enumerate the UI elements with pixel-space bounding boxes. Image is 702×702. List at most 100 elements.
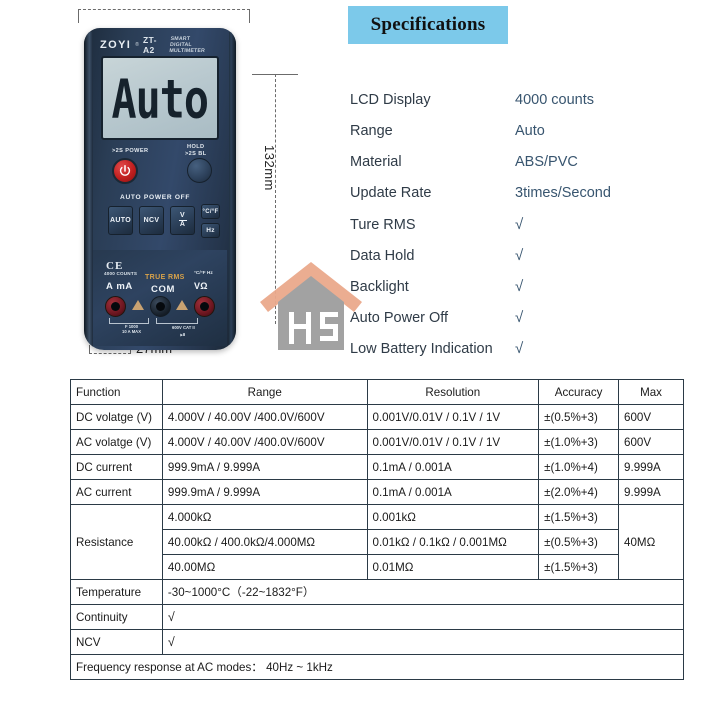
table-row: AC volatge (V) 4.000V / 40.00V /400.0V/60… — [70, 429, 684, 455]
table-row: 40.00kΩ / 400.0kΩ/4.000MΩ 0.01kΩ / 0.1kΩ … — [71, 529, 684, 555]
power-button[interactable] — [112, 158, 138, 184]
cell-function: Resistance — [70, 504, 163, 580]
fuse-rating-line2: 10 A MAX — [122, 329, 142, 334]
hold-label-line1: HOLD — [187, 144, 205, 150]
cell-function: Temperature — [70, 579, 163, 605]
cell-accuracy: ±(2.0%+4) — [538, 479, 620, 505]
table-row: Temperature -30~1000°C（-22~1832°F） — [70, 579, 685, 605]
jack-hole — [200, 302, 209, 311]
spec-check-icon: √ — [515, 340, 524, 357]
cell-resolution: 0.01MΩ — [366, 554, 540, 580]
specifications-list: LCD Display 4000 counts Range Auto Material A… — [350, 92, 695, 371]
spec-row: Auto Power Off √ — [350, 309, 695, 340]
cell-accuracy: ±(0.5%+3) — [538, 529, 620, 555]
cell-resolution: 0.1mA / 0.001A — [366, 454, 540, 480]
cell-function: Continuity — [70, 604, 163, 630]
power-icon — [119, 164, 131, 176]
cell-continuity: √ — [161, 604, 685, 630]
brand-name: ZOYI — [100, 39, 132, 51]
device-right-edge — [229, 32, 236, 348]
jack-com-label: COM — [151, 284, 175, 295]
auto-button[interactable]: AUTO — [108, 206, 133, 235]
dimension-top-bracket — [78, 9, 250, 23]
input-jack-com[interactable] — [150, 296, 171, 317]
column-header-accuracy: Accuracy — [538, 379, 620, 405]
table-row: Resistance 4.000kΩ 0.001kΩ ±(1.5%+3) 40MΩ — [70, 504, 684, 580]
table-row: Continuity √ — [70, 604, 685, 630]
spec-row: Update Rate 3times/Second — [350, 185, 695, 216]
device-subtitle-line2: DIGITAL MULTIMETER — [169, 42, 206, 54]
table-head: Function Range Resolution Accuracy Max — [70, 379, 684, 405]
cell-max: 600V — [618, 404, 684, 430]
hs-house-watermark-icon — [260, 262, 362, 350]
lcd-reading: Auto — [111, 68, 210, 132]
device-model: ZT-A2 — [142, 35, 157, 55]
cell-accuracy: ±(1.5%+3) — [538, 504, 620, 530]
spec-value: 3times/Second — [515, 185, 611, 201]
jack-v-secondary-label: °C/°F Hz — [194, 271, 213, 276]
cell-max: 9.999A — [618, 479, 684, 505]
lcd-screen: Auto — [101, 56, 219, 140]
specification-table: Function Range Resolution Accuracy Max D… — [70, 379, 685, 680]
cell-max: 9.999A — [618, 454, 684, 480]
cat-rating-line2: CAT II — [182, 325, 195, 330]
spec-row: Low Battery Indication √ — [350, 340, 695, 371]
input-jack-a-ma[interactable] — [105, 296, 126, 317]
voltage-current-toggle-button[interactable]: V A — [170, 206, 195, 235]
jack-v-ohm-label: VΩ — [194, 281, 208, 291]
spec-value: Auto — [515, 123, 545, 139]
celsius-fahrenheit-button[interactable]: °C/°F — [201, 204, 220, 219]
cell-range: 4.000V / 40.00V /400.0V/600V — [161, 429, 368, 455]
cell-function: AC volatge (V) — [70, 429, 163, 455]
column-header-range: Range — [161, 379, 368, 405]
hold-button-label: HOLD >2S BL — [185, 144, 207, 158]
spec-row: Backlight √ — [350, 278, 695, 309]
hold-label-line2: >2S BL — [185, 151, 207, 157]
counts-label: 4000 COUNTS — [104, 271, 138, 276]
hz-button[interactable]: Hz — [201, 223, 220, 238]
cell-range: 4.000kΩ — [161, 504, 368, 530]
hold-backlight-button[interactable] — [187, 158, 212, 183]
device-brand-strip: ZOYI ® ZT-A2 SMART DIGITAL MULTIMETER — [100, 35, 224, 55]
registered-trademark-icon: ® — [135, 42, 139, 48]
table-body: DC volatge (V) 4.000V / 40.00V /400.0V/60… — [70, 404, 685, 680]
cell-frequency-response: Frequency response at AC modes： 40Hz ~ 1… — [70, 654, 684, 680]
table-row: NCV √ — [70, 629, 685, 655]
cell-function: DC current — [70, 454, 163, 480]
spec-key: Material — [350, 154, 402, 170]
cat-rating-label: 600V CAT II — [172, 325, 195, 330]
spec-key: LCD Display — [350, 92, 431, 108]
cell-temperature: -30~1000°C（-22~1832°F） — [161, 579, 685, 605]
dimension-height-label: 132mm — [262, 145, 277, 191]
cell-resolution: 0.01kΩ / 0.1kΩ / 0.001MΩ — [366, 529, 540, 555]
ground-symbol-icon: ⏯ — [180, 332, 186, 339]
specifications-title: Specifications — [370, 14, 486, 35]
product-spec-page: 132mm 27mm ZOYI ® ZT-A2 SMART DIGITAL MU… — [0, 0, 702, 702]
true-rms-label: TRUE RMS — [145, 274, 185, 281]
spec-check-icon: √ — [515, 309, 524, 326]
input-jack-v-ohm[interactable] — [194, 296, 215, 317]
power-button-label: >2S POWER — [112, 148, 149, 154]
spec-row: Ture RMS √ — [350, 216, 695, 247]
spec-key: Backlight — [350, 279, 409, 295]
spec-key: Low Battery Indication — [350, 341, 493, 357]
cell-accuracy: ±(0.5%+3) — [538, 404, 620, 430]
cell-function: DC volatge (V) — [70, 404, 163, 430]
cell-function: AC current — [70, 479, 163, 505]
auto-power-off-label: AUTO POWER OFF — [120, 194, 191, 201]
table-row: DC current 999.9mA / 9.999A 0.1mA / 0.001A… — [70, 454, 684, 480]
ncv-button[interactable]: NCV — [139, 206, 164, 235]
spec-value: ABS/PVC — [515, 154, 578, 170]
column-header-max: Max — [618, 379, 684, 405]
jack-hole — [111, 302, 120, 311]
spec-check-icon: √ — [515, 278, 524, 295]
cell-max: 600V — [618, 429, 684, 455]
spec-key: Ture RMS — [350, 217, 416, 233]
cell-function: NCV — [70, 629, 163, 655]
cell-accuracy: ±(1.0%+3) — [538, 429, 620, 455]
cell-ncv: √ — [161, 629, 685, 655]
warning-triangle-icon — [176, 300, 188, 310]
jack-a-ma-label: A mA — [106, 281, 133, 292]
spec-row: Data Hold √ — [350, 247, 695, 278]
spec-key: Update Rate — [350, 185, 432, 201]
